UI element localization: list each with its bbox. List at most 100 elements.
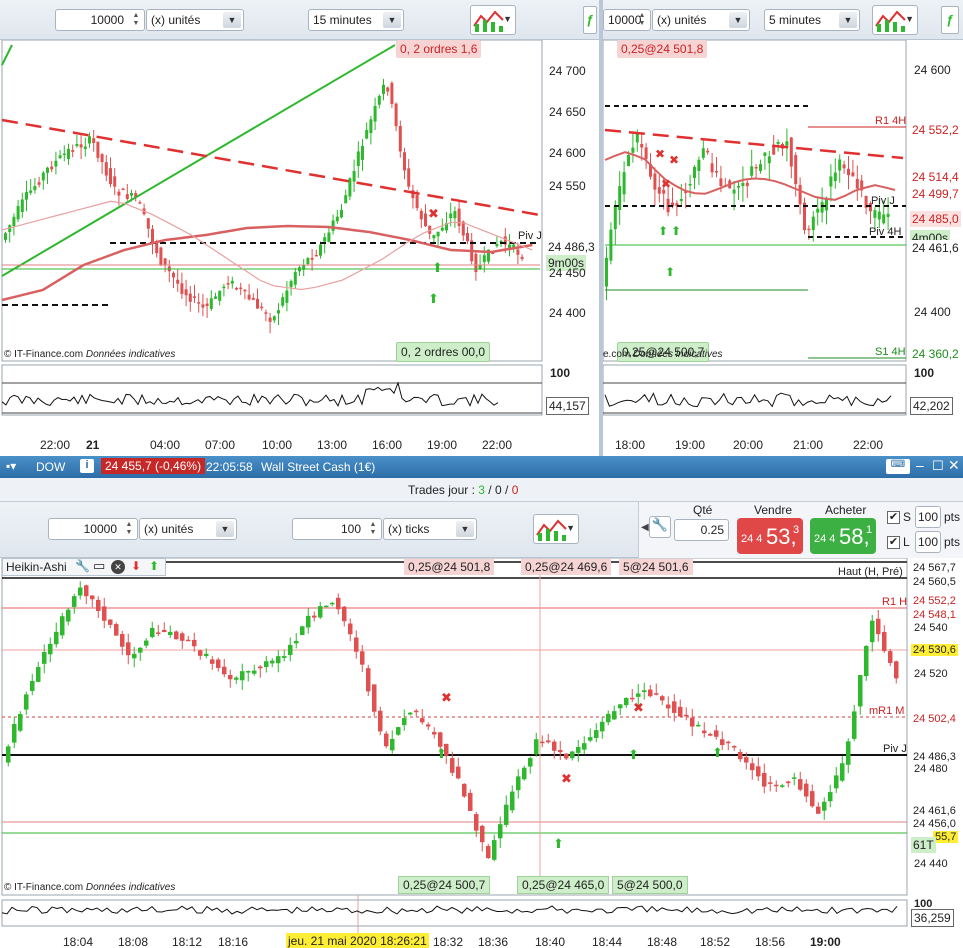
collapse-arrow-icon[interactable]: ◀ bbox=[641, 522, 649, 533]
qty-input[interactable]: 0.25 bbox=[674, 519, 729, 541]
limit-pts-input[interactable]: 100 bbox=[915, 531, 941, 553]
limit-checkbox[interactable]: ✔ bbox=[887, 536, 900, 549]
buy-button[interactable]: 24 4 58, 1 bbox=[810, 518, 876, 554]
up-arrow-icon[interactable]: ⬆ bbox=[149, 559, 159, 573]
left-osc-level: 100 bbox=[550, 366, 571, 380]
down-arrow-icon[interactable]: ⬇ bbox=[131, 559, 141, 573]
candle bbox=[456, 766, 461, 779]
limit-pts-label: pts bbox=[944, 535, 961, 549]
candle bbox=[407, 168, 411, 187]
candle bbox=[372, 684, 377, 712]
candle bbox=[310, 257, 314, 260]
candle bbox=[294, 640, 299, 644]
left-unit-select[interactable]: (x) unités ▼ bbox=[146, 9, 244, 31]
ticks-unit-select[interactable]: (x) ticks ▼ bbox=[383, 518, 477, 540]
left-chart-area[interactable]: ⬆ ⬆ ✖ 0, 2 ordres 1,6 0, 2 ordres 00,0 ©… bbox=[0, 39, 600, 456]
quantity-spinner[interactable]: ▲ ▼ bbox=[636, 12, 648, 28]
ticks-value-input[interactable]: 100 ▲ ▼ bbox=[292, 518, 382, 540]
left-function-icon[interactable]: ƒ bbox=[583, 6, 597, 34]
candle bbox=[486, 846, 491, 859]
quantity-spinner[interactable]: ▲ ▼ bbox=[123, 521, 135, 537]
right-chart-tools-button[interactable]: ▼ bbox=[872, 5, 918, 35]
candle bbox=[25, 192, 28, 200]
x-tick-label: 07:00 bbox=[205, 438, 236, 452]
x-tick-label: 22:00 bbox=[40, 438, 71, 452]
stop-pts-input[interactable]: 100 bbox=[915, 506, 941, 528]
left-price-chart[interactable]: ⬆ ⬆ ✖ bbox=[0, 39, 600, 456]
instrument-name[interactable]: DOW bbox=[36, 460, 65, 474]
candle bbox=[272, 316, 276, 321]
right-unit-select[interactable]: (x) unités ▼ bbox=[652, 9, 750, 31]
bottom-unit-select[interactable]: (x) unités ▼ bbox=[139, 518, 237, 540]
candle bbox=[218, 290, 222, 301]
price-level-tag: 24 567,7 bbox=[913, 562, 956, 574]
candle bbox=[520, 256, 524, 259]
right-order-top-tag[interactable]: 0,25@24 501,8 bbox=[617, 40, 708, 58]
candle bbox=[696, 724, 701, 727]
wrench-icon[interactable]: 🔧 bbox=[75, 559, 90, 573]
stop-checkbox[interactable]: ✔ bbox=[887, 511, 900, 524]
ticks-spinner[interactable]: ▲ ▼ bbox=[367, 521, 379, 537]
window-icon[interactable]: ▭ bbox=[93, 558, 105, 574]
candle bbox=[394, 103, 398, 127]
svg-text:✖: ✖ bbox=[441, 690, 452, 705]
candle bbox=[130, 193, 133, 196]
quantity-spinner[interactable]: ▲ ▼ bbox=[130, 12, 142, 28]
candle bbox=[833, 172, 837, 182]
limit-letter: L bbox=[903, 535, 910, 549]
order-tag: 0,25@24 469,6 bbox=[521, 559, 612, 575]
candle bbox=[756, 766, 761, 777]
indicator-label[interactable]: Heikin-Ashi bbox=[6, 560, 67, 574]
price-level-tag: 24 560,5 bbox=[913, 576, 956, 588]
left-quantity-input[interactable]: 10000 ▲ ▼ bbox=[55, 9, 145, 31]
wrench-icon[interactable]: 🔧 bbox=[649, 516, 671, 538]
maximize-icon[interactable]: ☐ bbox=[932, 458, 944, 474]
candle bbox=[582, 743, 587, 750]
right-function-icon[interactable]: ƒ bbox=[941, 6, 959, 34]
bottom-chart-area[interactable]: ✖ ✖ ✖ ⬆ ⬆ ⬆ ⬆ Heikin-Ashi 🔧 ▭ ✕ ⬇ ⬆ 0,25… bbox=[0, 557, 963, 948]
instrument-icon[interactable]: ▪▾ bbox=[6, 459, 16, 473]
candle bbox=[54, 631, 59, 645]
candle bbox=[289, 280, 293, 288]
candle bbox=[314, 254, 318, 257]
left-toolbar: 10000 ▲ ▼ (x) unités ▼ 15 minutes ▼ ▼ ƒ bbox=[0, 0, 600, 40]
right-quantity-input[interactable]: 10000 ▲ ▼ bbox=[603, 9, 651, 31]
candle bbox=[588, 737, 593, 741]
y-tick-label: 24 600 bbox=[549, 146, 586, 160]
candle bbox=[235, 287, 238, 290]
candle bbox=[474, 814, 479, 831]
candle bbox=[12, 723, 17, 743]
close-icon[interactable]: ✕ bbox=[111, 560, 125, 574]
right-interval-select[interactable]: 5 minutes ▼ bbox=[764, 9, 860, 31]
candle bbox=[90, 595, 95, 600]
candle bbox=[72, 596, 77, 607]
candle bbox=[109, 168, 112, 185]
candle bbox=[348, 178, 352, 197]
candle bbox=[62, 153, 66, 155]
sell-button[interactable]: 24 4 53, 3 bbox=[737, 518, 803, 554]
candle bbox=[846, 741, 851, 765]
close-icon[interactable]: ✕ bbox=[948, 457, 960, 474]
left-chart-tools-button[interactable]: ▼ bbox=[470, 5, 516, 35]
info-icon[interactable]: i bbox=[80, 459, 94, 473]
left-orders-bottom-tag[interactable]: 0, 2 ordres 00,0 bbox=[396, 342, 491, 362]
svg-text:✖: ✖ bbox=[669, 153, 679, 167]
right-price-chart[interactable]: ✖ ✖ ✖ ⬆ ⬆ ⬆ bbox=[602, 39, 963, 456]
bottom-chart-tools-button[interactable]: ▼ bbox=[533, 514, 579, 544]
right-chart-area[interactable]: ✖ ✖ ✖ ⬆ ⬆ ⬆ 0,25@24 501,8 0,25@24 500,7 … bbox=[602, 39, 963, 456]
right-watermark: e.com Données indicatives bbox=[603, 349, 723, 360]
keyboard-icon[interactable]: ⌨ bbox=[886, 459, 910, 474]
chevron-down-icon: ▼ bbox=[729, 12, 747, 28]
candle bbox=[373, 105, 377, 122]
svg-text:⬆: ⬆ bbox=[712, 745, 723, 760]
minimize-icon[interactable]: – bbox=[916, 457, 924, 473]
candle bbox=[840, 763, 845, 781]
candle bbox=[104, 162, 108, 176]
left-orders-top-tag[interactable]: 0, 2 ordres 1,6 bbox=[396, 40, 482, 58]
candle bbox=[754, 166, 758, 169]
right-toolbar: 10000 ▲ ▼ (x) unités ▼ 5 minutes ▼ ▼ ƒ bbox=[603, 0, 963, 40]
left-interval-select[interactable]: 15 minutes ▼ bbox=[308, 9, 404, 31]
bottom-quantity-input[interactable]: 10000 ▲ ▼ bbox=[48, 518, 138, 540]
candle bbox=[356, 151, 360, 167]
candle bbox=[690, 717, 695, 727]
